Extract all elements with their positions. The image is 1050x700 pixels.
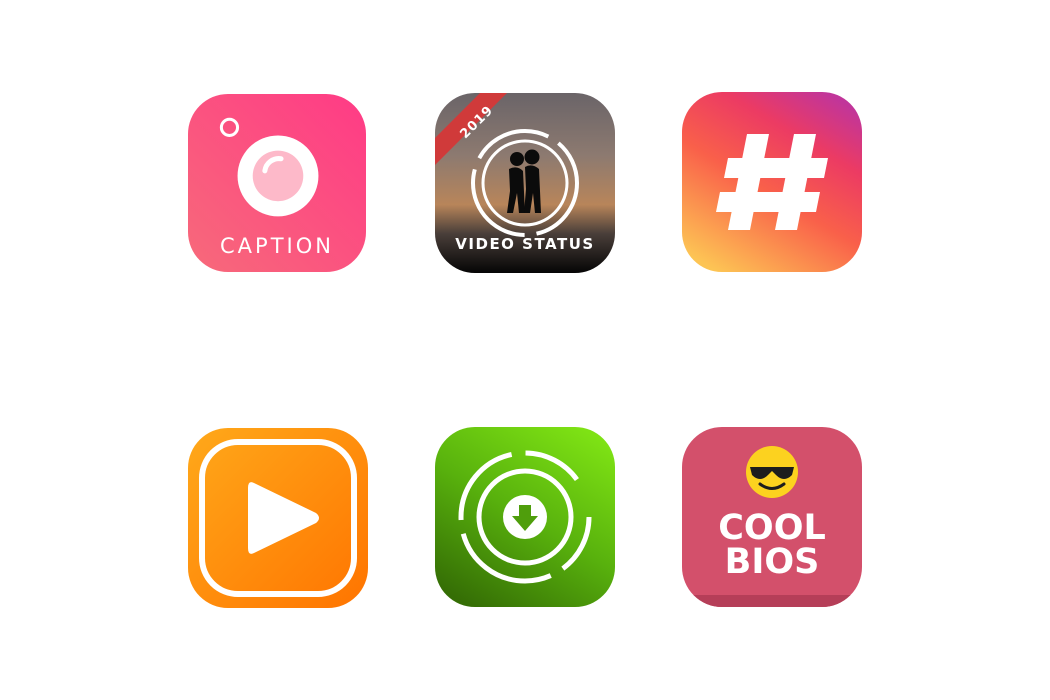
- caption-app-icon[interactable]: CAPTION: [188, 94, 366, 272]
- video-player-app-icon[interactable]: [188, 428, 368, 608]
- hashtag-app-icon[interactable]: [682, 92, 862, 272]
- downloader-app-icon[interactable]: [435, 427, 615, 607]
- cool-bios-app-icon[interactable]: COOL BIOS: [682, 427, 862, 607]
- camera-icon: [188, 94, 366, 272]
- video-status-app-icon[interactable]: 2019 VIDEO STATUS: [435, 93, 615, 273]
- couple-silhouette-icon: [435, 93, 615, 273]
- play-icon: [188, 428, 368, 608]
- sunglasses-emoji-icon: [682, 427, 862, 607]
- hashtag-icon: [682, 92, 862, 272]
- download-icon: [435, 427, 615, 607]
